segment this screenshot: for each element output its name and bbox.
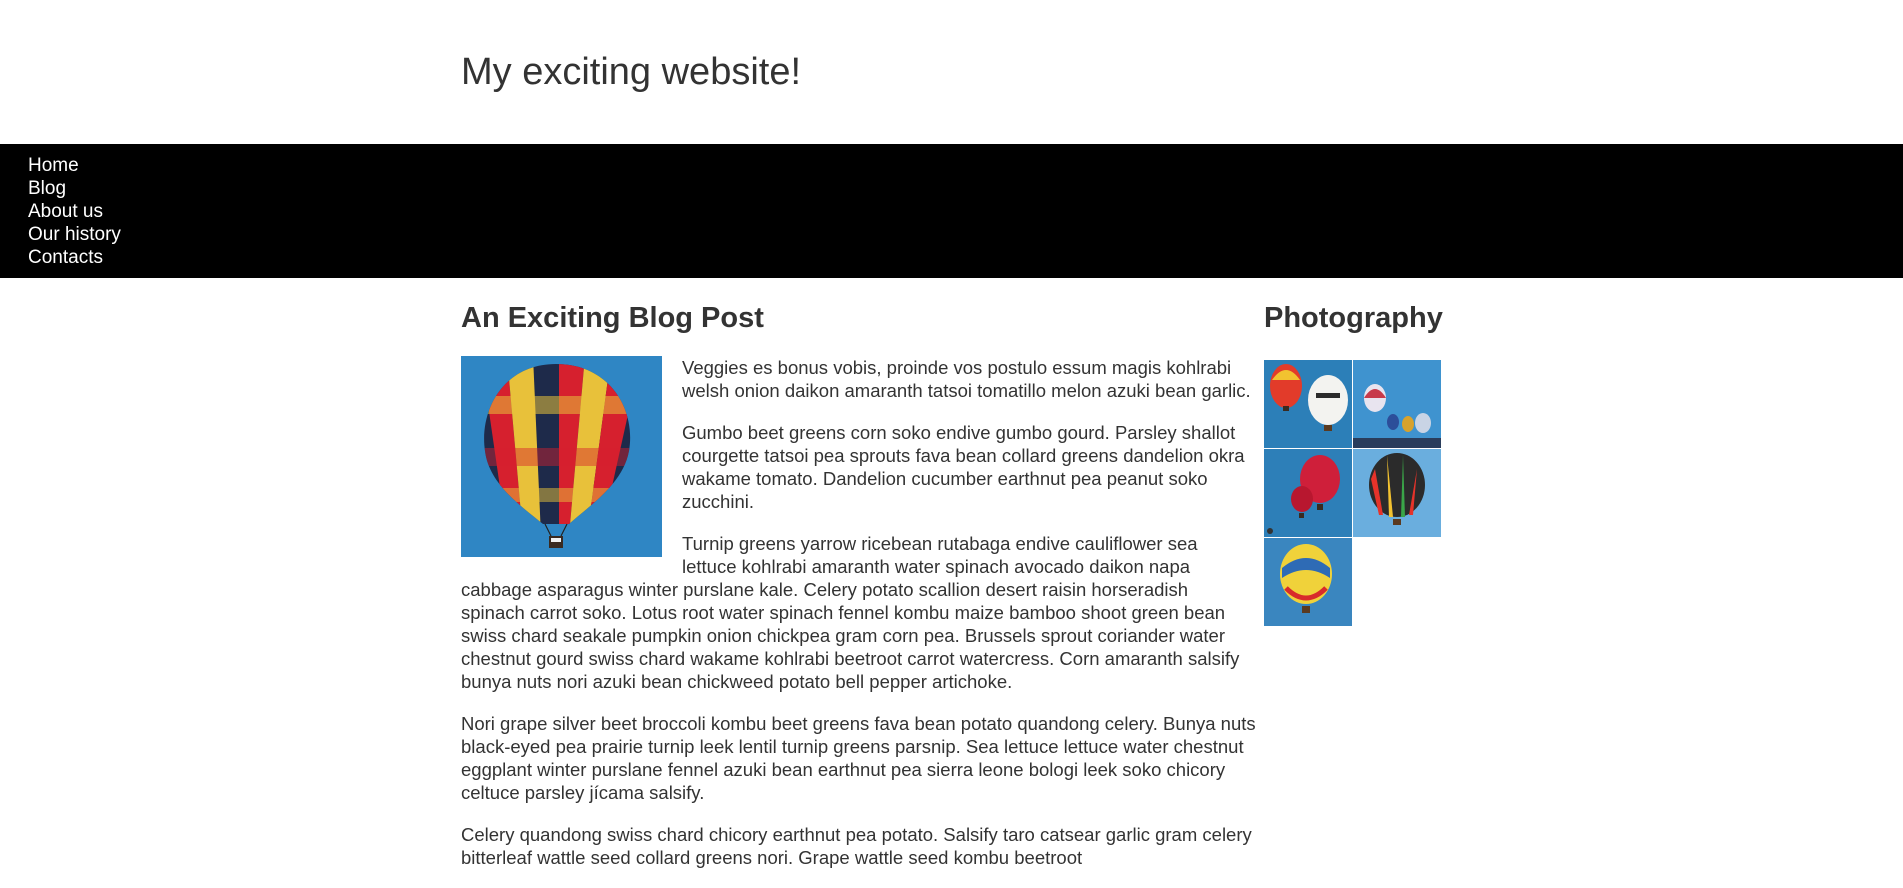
post-paragraph: Nori grape silver beet broccoli kombu be…: [461, 713, 1256, 803]
main-navigation: Home Blog About us Our history Contacts: [0, 144, 1903, 278]
blog-post: An Exciting Blog Post Veggies es bonus v…: [461, 300, 1256, 888]
post-paragraph: Celery quandong swiss chard chicory eart…: [461, 824, 1252, 868]
nav-link-contacts[interactable]: Contacts: [28, 246, 103, 269]
nav-link-blog[interactable]: Blog: [28, 177, 66, 200]
post-title: An Exciting Blog Post: [461, 302, 764, 334]
balloon-photo-thumbnail[interactable]: [1264, 449, 1352, 537]
page-header: My exciting website!: [0, 0, 1903, 144]
nav-item-home: Home: [28, 154, 121, 177]
nav-link-home[interactable]: Home: [28, 154, 79, 177]
nav-item-blog: Blog: [28, 177, 121, 200]
nav-list: Home Blog About us Our history Contacts: [28, 154, 121, 269]
photo-grid: [1264, 360, 1444, 627]
nav-item-about-us: About us: [28, 200, 121, 223]
balloon-photo-thumbnail[interactable]: [1264, 360, 1352, 448]
photography-sidebar: Photography: [1264, 300, 1444, 627]
nav-link-about-us[interactable]: About us: [28, 200, 103, 223]
balloon-photo-thumbnail[interactable]: [1353, 449, 1441, 537]
nav-item-contacts: Contacts: [28, 246, 121, 269]
sidebar-title: Photography: [1264, 302, 1443, 334]
balloon-photo-thumbnail[interactable]: [1353, 360, 1441, 448]
balloon-photo-thumbnail[interactable]: [1264, 538, 1352, 626]
post-body: Veggies es bonus vobis, proinde vos post…: [461, 356, 1256, 869]
nav-link-our-history[interactable]: Our history: [28, 223, 121, 246]
site-title: My exciting website!: [461, 51, 802, 93]
hot-air-balloon-image: [461, 356, 662, 557]
nav-item-our-history: Our history: [28, 223, 121, 246]
